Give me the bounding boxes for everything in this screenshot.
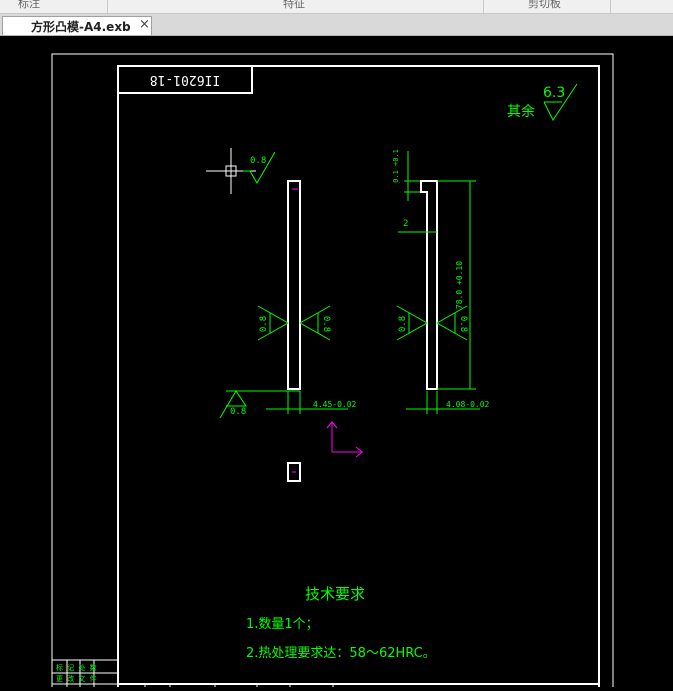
- document-tab-title: 方形凸模-A4.exb: [31, 20, 131, 34]
- code-box-text: II6201-18: [150, 72, 220, 87]
- dim-height: 78.0 +0.10: [455, 261, 464, 309]
- dim-step-top: 0.1 +0.1: [392, 149, 400, 183]
- ribbon-group-annotate[interactable]: 标注: [18, 0, 40, 11]
- tech-requirements-title: 技术要求: [305, 585, 365, 603]
- dim-step-small: 2: [403, 219, 408, 229]
- roughness-rest-value: 6.3: [543, 85, 565, 101]
- cad-drawing[interactable]: II6201-18 其余 6.3 0.8 0.8 0.8 0.8 4.45-0.…: [0, 36, 673, 691]
- document-tab-bar: 方形凸模-A4.exb ×: [0, 14, 673, 36]
- document-tab[interactable]: 方形凸模-A4.exb ×: [2, 16, 152, 35]
- left-part-outline[interactable]: [287, 180, 301, 390]
- title-block-row-2: 更 改 文 件: [56, 674, 97, 683]
- tech-requirement-1: 1.数量1个；: [246, 617, 319, 632]
- roughness-right-a: 0.8: [398, 316, 408, 332]
- roughness-right-b: 0.8: [458, 316, 468, 332]
- roughness-bottom-left: 0.8: [230, 407, 246, 417]
- title-block-fragment: 标 记 处 数 更 改 文 件: [52, 659, 118, 687]
- roughness-left-b: 0.8: [321, 316, 331, 332]
- ribbon-group-header: 标注 特征 剪切板: [0, 0, 673, 14]
- close-icon[interactable]: ×: [139, 17, 150, 32]
- roughness-top-left: 0.8: [250, 156, 266, 166]
- dim-width-left: 4.45-0.02: [313, 400, 357, 409]
- ucs-axis-icon: [326, 421, 363, 458]
- tech-requirement-2: 2.热处理要求达：58～62HRC。: [246, 646, 436, 661]
- dim-width-right: 4.08-0.02: [446, 400, 490, 409]
- drawing-canvas[interactable]: II6201-18 其余 6.3 0.8 0.8 0.8 0.8 4.45-0.…: [0, 36, 673, 691]
- ribbon-group-feature[interactable]: 特征: [283, 0, 305, 11]
- ribbon-group-clipboard[interactable]: 剪切板: [528, 0, 561, 11]
- roughness-left-a: 0.8: [259, 316, 269, 332]
- title-block-row-1: 标 记 处 数: [56, 663, 97, 672]
- roughness-rest-label: 其余: [507, 103, 535, 120]
- right-part-outline[interactable]: [420, 180, 438, 390]
